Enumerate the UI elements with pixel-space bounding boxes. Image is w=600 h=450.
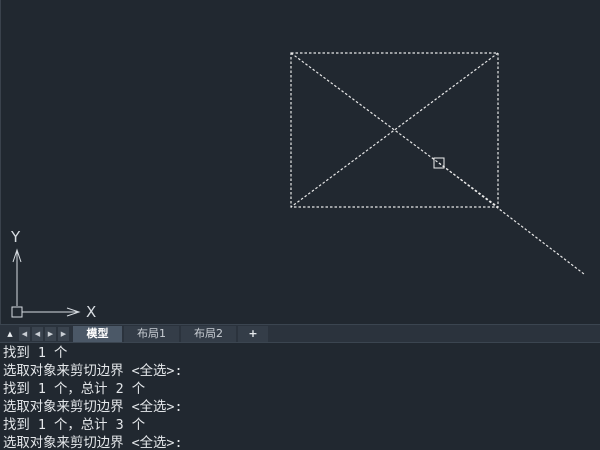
tab-layout1[interactable]: 布局1 [124,325,179,342]
scroll-up-icon[interactable]: ▲ [3,326,17,341]
last-tab-icon[interactable]: ▶ [58,326,69,341]
next-tab-icon[interactable]: ▶ [45,326,56,341]
command-line: 选取对象来剪切边界 <全选>: [3,400,183,415]
command-line: 选取对象来剪切边界 <全选>: [3,436,183,450]
tab-model[interactable]: 模型 [73,325,122,342]
drawing-canvas[interactable] [1,0,600,324]
ucs-y-label: Y [11,228,21,246]
command-line: 找到 1 个，总计 3 个 [3,418,146,433]
previous-tab-icon[interactable]: ◀ [32,326,43,341]
selected-rectangle[interactable] [290,52,499,208]
ucs-icon [11,248,81,318]
cad-window: Y X ▲ ◀ ◀ ▶ ▶ 模型 布局1 布局2 + 找到 1 个 选取对象来剪… [0,0,600,450]
layout-tab-bar: ▲ ◀ ◀ ▶ ▶ 模型 布局1 布局2 + [0,324,600,342]
selected-diagonal-line[interactable] [290,52,499,208]
tab-layout2[interactable]: 布局2 [181,325,236,342]
command-line: 找到 1 个，总计 2 个 [3,382,146,397]
drawing-viewport[interactable]: Y X [0,0,600,324]
command-line: 找到 1 个 [3,346,68,361]
command-history-panel[interactable]: 找到 1 个 选取对象来剪切边界 <全选>: 找到 1 个，总计 2 个 选取对… [0,342,600,450]
selected-crossing-line[interactable] [290,52,499,208]
first-tab-icon[interactable]: ◀ [19,326,30,341]
command-line: 选取对象来剪切边界 <全选>: [3,364,183,379]
selected-extended-line[interactable] [438,162,585,275]
ucs-x-label: X [86,303,97,321]
add-layout-button[interactable]: + [238,325,268,342]
